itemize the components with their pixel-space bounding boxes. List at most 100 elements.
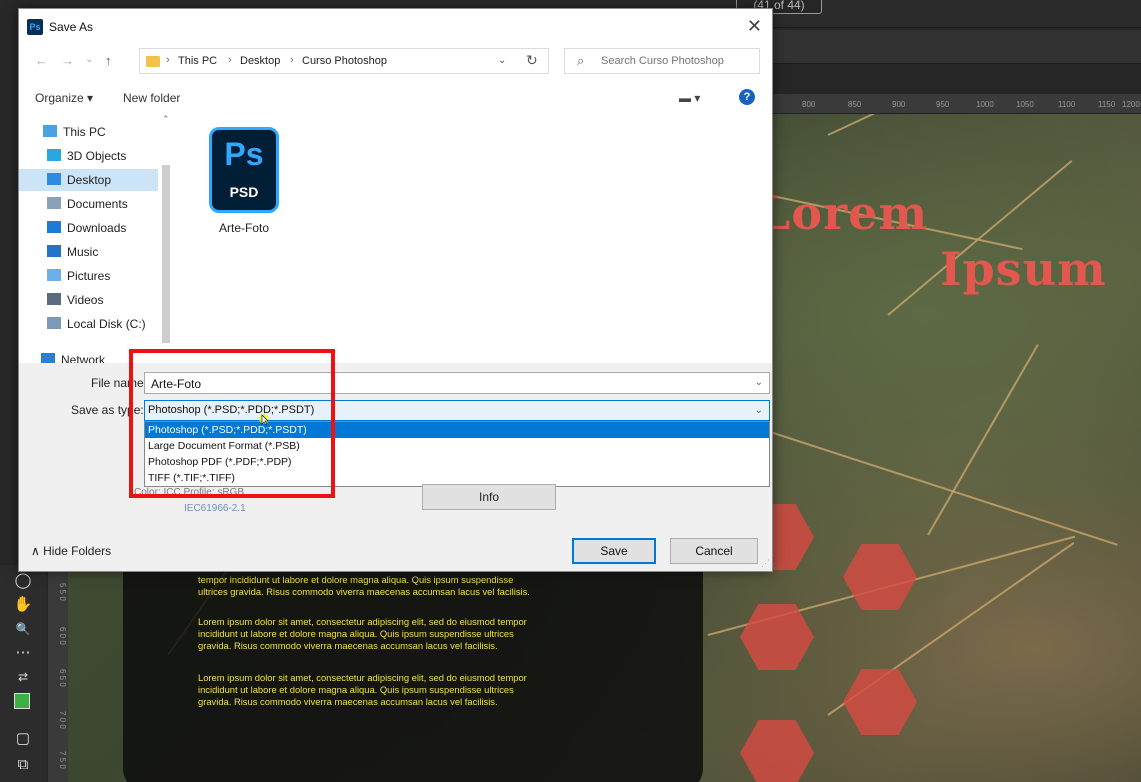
vertical-ruler: 5 5 0 6 0 0 6 5 0 7 0 0 7 5 0 (48, 565, 68, 782)
sidebar-item-desktop[interactable]: Desktop (19, 169, 158, 191)
ruler-tick: 1000 (976, 100, 994, 109)
canvas-title-lorem: Lorem (758, 186, 929, 240)
forward-arrow-icon[interactable]: → (61, 53, 74, 68)
ruler-tick: 6 5 0 (58, 669, 67, 687)
canvas-title-ipsum: Ipsum (940, 242, 1107, 296)
sidebar-item-documents[interactable]: Documents (47, 193, 155, 215)
hexagon-shape (843, 544, 917, 610)
sidebar-item-music[interactable]: Music (47, 241, 155, 263)
canvas-paragraph-line: incididunt ut labore et dolore magna ali… (198, 684, 514, 695)
address-bar[interactable]: › This PC › Desktop › Curso Photoshop ⌄ … (139, 48, 549, 74)
photoshop-options-bar (762, 30, 1141, 64)
canvas-paragraph-line: tempor incididunt ut labore et dolore ma… (198, 574, 514, 585)
resize-grip-icon[interactable]: ⋰ (761, 558, 770, 569)
lasso-tool-icon[interactable]: ◯ (12, 571, 34, 591)
breadcrumb-desktop[interactable]: Desktop (240, 55, 280, 67)
ruler-tick: 1050 (1016, 100, 1034, 109)
recent-locations-icon[interactable]: ⌄ (85, 54, 93, 65)
breadcrumb-this-pc[interactable]: This PC (178, 55, 217, 67)
new-folder-button[interactable]: New folder (123, 91, 180, 105)
cube-icon (47, 149, 61, 161)
chevron-down-icon[interactable]: ⌄ (755, 405, 763, 416)
sidebar-item-pictures[interactable]: Pictures (47, 265, 155, 287)
help-icon[interactable]: ? (739, 89, 755, 105)
hide-folders-button[interactable]: ∧ Hide Folders (31, 544, 111, 558)
sidebar-item-local-disk[interactable]: Local Disk (C:) (47, 313, 155, 335)
sidebar-item-this-pc[interactable]: This PC (43, 121, 155, 143)
photoshop-app-icon: Ps (27, 19, 43, 35)
psd-icon-ext: PSD (229, 184, 259, 200)
breadcrumb-separator: › (290, 54, 294, 66)
ruler-tick: 6 0 0 (58, 627, 67, 645)
grass-stalk (927, 343, 1039, 536)
quick-mask-icon[interactable]: ▢ (12, 729, 34, 749)
dialog-title: Save As (49, 20, 94, 34)
desktop-icon (47, 173, 61, 185)
hexagon-shape (740, 604, 814, 670)
search-input[interactable] (601, 55, 751, 67)
sidebar-item-label: Videos (67, 293, 104, 307)
sidebar-item-label: This PC (63, 125, 106, 139)
close-icon[interactable]: ✕ (747, 16, 762, 37)
grass-stalk (827, 114, 1010, 136)
disk-icon (47, 317, 61, 329)
search-box[interactable]: ⌕ (564, 48, 760, 74)
sidebar-item-label: Desktop (67, 173, 112, 187)
foreground-color-swatch[interactable] (14, 693, 30, 709)
videos-icon (47, 293, 61, 305)
ruler-tick: 800 (802, 100, 816, 109)
screen-mode-icon[interactable]: ⧉ (12, 755, 34, 775)
organize-button[interactable]: Organize ▾ (35, 91, 93, 105)
photoshop-document-tabs[interactable] (762, 64, 1141, 94)
file-name: Arte-Foto (218, 221, 269, 235)
sidebar-scrollbar[interactable]: ⌃ (159, 114, 173, 369)
canvas-paragraph-line: incididunt ut labore et dolore magna ali… (198, 628, 514, 639)
zoom-tool-icon[interactable]: 🔍 (12, 619, 34, 639)
breadcrumb-separator: › (228, 54, 232, 66)
ruler-tick: 850 (848, 100, 862, 109)
ruler-tick: 1100 (1058, 100, 1076, 109)
ruler-tick: 5 5 0 (58, 583, 67, 601)
sidebar-item-label: 3D Objects (67, 149, 127, 163)
sidebar-item-videos[interactable]: Videos (47, 289, 155, 311)
icc-profile-hint: IEC61966-2.1 (184, 503, 246, 514)
annotation-highlight-box (129, 349, 335, 498)
cancel-button[interactable]: Cancel (670, 538, 758, 564)
chevron-down-icon[interactable]: ⌄ (755, 377, 763, 388)
hand-tool-icon[interactable]: ✋ (12, 595, 34, 615)
sidebar-item-label: Local Disk (C:) (67, 317, 146, 331)
canvas-paragraph-line: gravida. Risus commodo viverra maecenas … (198, 696, 498, 707)
ruler-tick: 7 5 0 (58, 751, 67, 769)
sidebar-item-label: Pictures (67, 269, 111, 283)
horizontal-ruler: 800 850 900 950 1000 1050 1100 1150 1200 (762, 94, 1141, 114)
documents-icon (47, 197, 61, 209)
psd-icon-text: Ps (224, 136, 264, 172)
sidebar-item-label: Music (67, 245, 99, 259)
ruler-tick: 7 0 0 (58, 711, 67, 729)
sidebar-item-downloads[interactable]: Downloads (47, 217, 155, 239)
info-button[interactable]: Info (422, 484, 556, 510)
view-options-icon[interactable]: ▬ ▾ (679, 91, 700, 105)
navigation-pane: This PC 3D Objects Desktop Documents Dow… (19, 113, 175, 371)
sidebar-item-3d-objects[interactable]: 3D Objects (47, 145, 155, 167)
sidebar-item-label: Documents (67, 197, 128, 211)
scrollbar-thumb[interactable] (162, 165, 170, 343)
hexagon-shape (843, 669, 917, 735)
breadcrumb-separator: › (166, 54, 170, 66)
photoshop-toolbar: ◯ ✋ 🔍 ⋯ ⇄ ▢ ⧉ (0, 565, 46, 782)
chevron-down-icon[interactable]: ⌄ (498, 55, 506, 66)
search-icon: ⌕ (577, 53, 585, 68)
dialog-titlebar[interactable]: Ps Save As ✕ (19, 9, 772, 43)
back-arrow-icon[interactable]: ← (35, 53, 48, 68)
scroll-up-icon[interactable]: ⌃ (162, 114, 170, 125)
canvas-paragraph-line: gravida. Risus commodo viverra maecenas … (198, 640, 498, 651)
swap-colors-icon[interactable]: ⇄ (12, 667, 34, 687)
breadcrumb-curso-photoshop[interactable]: Curso Photoshop (302, 55, 387, 67)
sidebar-item-label: Downloads (67, 221, 127, 235)
canvas-paragraph-line: Lorem ipsum dolor sit amet, consectetur … (198, 672, 527, 683)
music-icon (47, 245, 61, 257)
save-button[interactable]: Save (572, 538, 656, 564)
more-tools-icon[interactable]: ⋯ (12, 643, 34, 663)
up-arrow-icon[interactable]: ↑ (105, 53, 112, 68)
refresh-icon[interactable]: ↻ (526, 52, 538, 69)
